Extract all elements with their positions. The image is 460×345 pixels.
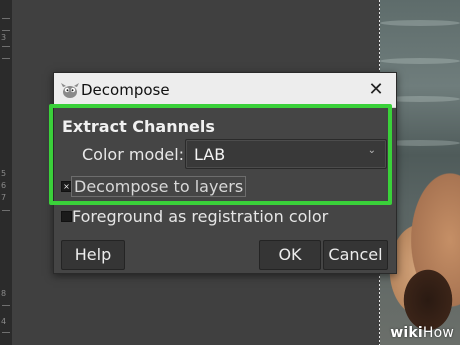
- color-model-select[interactable]: LAB ⌄: [185, 139, 387, 169]
- ruler-number: 3: [1, 33, 7, 42]
- foreground-registration-checkbox[interactable]: Foreground as registration color: [61, 206, 351, 228]
- ruler-tick: [2, 210, 10, 211]
- wikihow-watermark: wikiHow: [390, 325, 454, 341]
- watermark-brand: wiki: [390, 325, 423, 341]
- ruler-tick: [2, 305, 10, 306]
- ruler-tick: [2, 332, 10, 333]
- ok-button[interactable]: OK: [259, 240, 321, 270]
- close-icon[interactable]: ✕: [366, 80, 386, 100]
- water-wave: [380, 58, 460, 64]
- ruler-tick: [2, 18, 10, 19]
- decompose-to-layers-label: Decompose to layers: [71, 176, 247, 197]
- help-button[interactable]: Help: [61, 240, 125, 270]
- ruler-tick: [2, 46, 10, 47]
- ruler-number: 8: [1, 289, 7, 298]
- ruler-tick: [2, 58, 10, 59]
- ruler-number: 6: [1, 181, 7, 190]
- chevron-down-icon: ⌄: [367, 145, 376, 156]
- color-model-label: Color model:: [82, 145, 185, 164]
- ruler-tick: [2, 30, 10, 31]
- color-model-value: LAB: [194, 145, 226, 164]
- foreground-registration-label: Foreground as registration color: [72, 207, 329, 226]
- ruler-number: 4: [1, 317, 7, 326]
- checkbox-unchecked-icon[interactable]: [61, 211, 72, 222]
- water-wave: [380, 20, 460, 26]
- watermark-suffix: How: [422, 325, 454, 341]
- decompose-to-layers-checkbox[interactable]: × Decompose to layers: [61, 176, 247, 198]
- dialog-title: Decompose: [81, 81, 170, 99]
- ruler-number: 5: [1, 169, 7, 178]
- decompose-dialog: Decompose ✕ Extract Channels Color model…: [53, 72, 397, 274]
- dialog-titlebar[interactable]: Decompose ✕: [54, 73, 396, 108]
- ruler-number: 7: [1, 193, 7, 202]
- section-title: Extract Channels: [62, 117, 215, 136]
- cancel-button[interactable]: Cancel: [323, 240, 388, 270]
- gimp-icon: [60, 81, 80, 99]
